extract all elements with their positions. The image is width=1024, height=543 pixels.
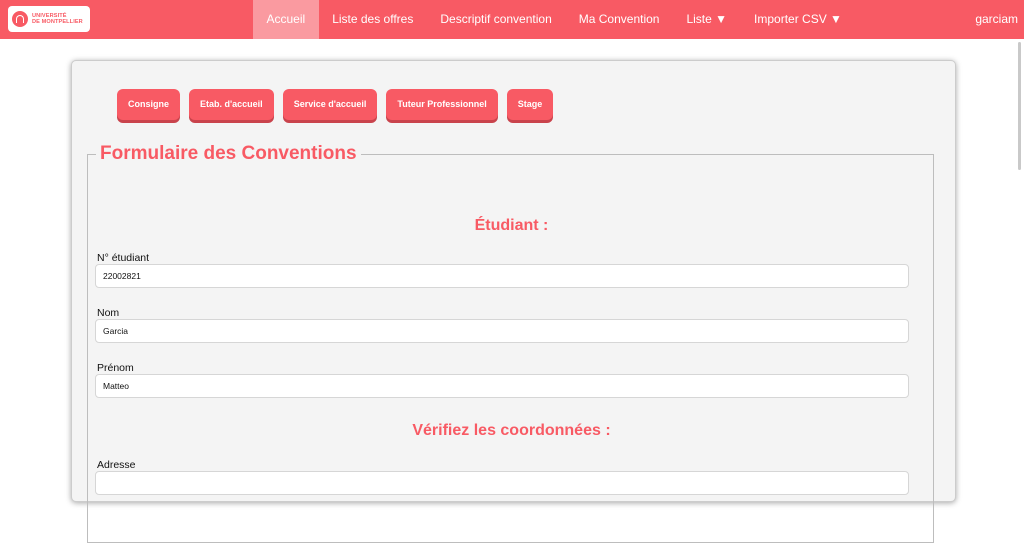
university-logo[interactable]: UNIVERSITÉ DE MONTPELLIER xyxy=(8,6,90,32)
tab-tuteur-professionnel[interactable]: Tuteur Professionnel xyxy=(386,89,498,120)
address-label: Adresse xyxy=(97,459,136,471)
tab-consigne[interactable]: Consigne xyxy=(117,89,181,120)
student-number-input[interactable] xyxy=(95,264,909,288)
last-name-input[interactable] xyxy=(95,319,909,343)
convention-form: Formulaire des Conventions Étudiant : N°… xyxy=(87,143,934,543)
user-name[interactable]: garciam xyxy=(975,0,1018,39)
nav-item-liste-dropdown[interactable]: Liste ▼ xyxy=(673,0,741,39)
last-name-label: Nom xyxy=(97,307,120,319)
student-number-label: N° étudiant xyxy=(97,252,150,264)
scrollbar-thumb[interactable] xyxy=(1018,42,1021,170)
nav-menu: Accueil Liste des offres Descriptif conv… xyxy=(253,0,855,39)
university-logo-icon xyxy=(12,11,28,27)
nav-item-liste-des-offres[interactable]: Liste des offres xyxy=(319,0,427,39)
nav-item-accueil[interactable]: Accueil xyxy=(253,0,319,39)
tab-service-accueil[interactable]: Service d'accueil xyxy=(282,89,378,120)
nav-item-ma-convention[interactable]: Ma Convention xyxy=(565,0,673,39)
tab-etab-accueil[interactable]: Etab. d'accueil xyxy=(189,89,274,120)
first-name-label: Prénom xyxy=(97,362,134,374)
top-navbar: UNIVERSITÉ DE MONTPELLIER Accueil Liste … xyxy=(0,0,1024,39)
form-section-tabs: Consigne Etab. d'accueil Service d'accue… xyxy=(117,89,562,120)
coordinates-section-title: Vérifiez les coordonnées : xyxy=(412,422,611,439)
nav-item-descriptif-convention[interactable]: Descriptif convention xyxy=(427,0,565,39)
student-section-title: Étudiant : xyxy=(474,217,549,234)
address-input[interactable] xyxy=(95,471,909,495)
form-panel: Consigne Etab. d'accueil Service d'accue… xyxy=(71,60,956,543)
first-name-input[interactable] xyxy=(95,374,909,398)
nav-item-importer-csv-dropdown[interactable]: Importer CSV ▼ xyxy=(741,0,856,39)
form-title: Formulaire des Conventions xyxy=(100,143,357,164)
tab-stage[interactable]: Stage xyxy=(506,89,554,120)
logo-text: UNIVERSITÉ DE MONTPELLIER xyxy=(32,12,83,26)
